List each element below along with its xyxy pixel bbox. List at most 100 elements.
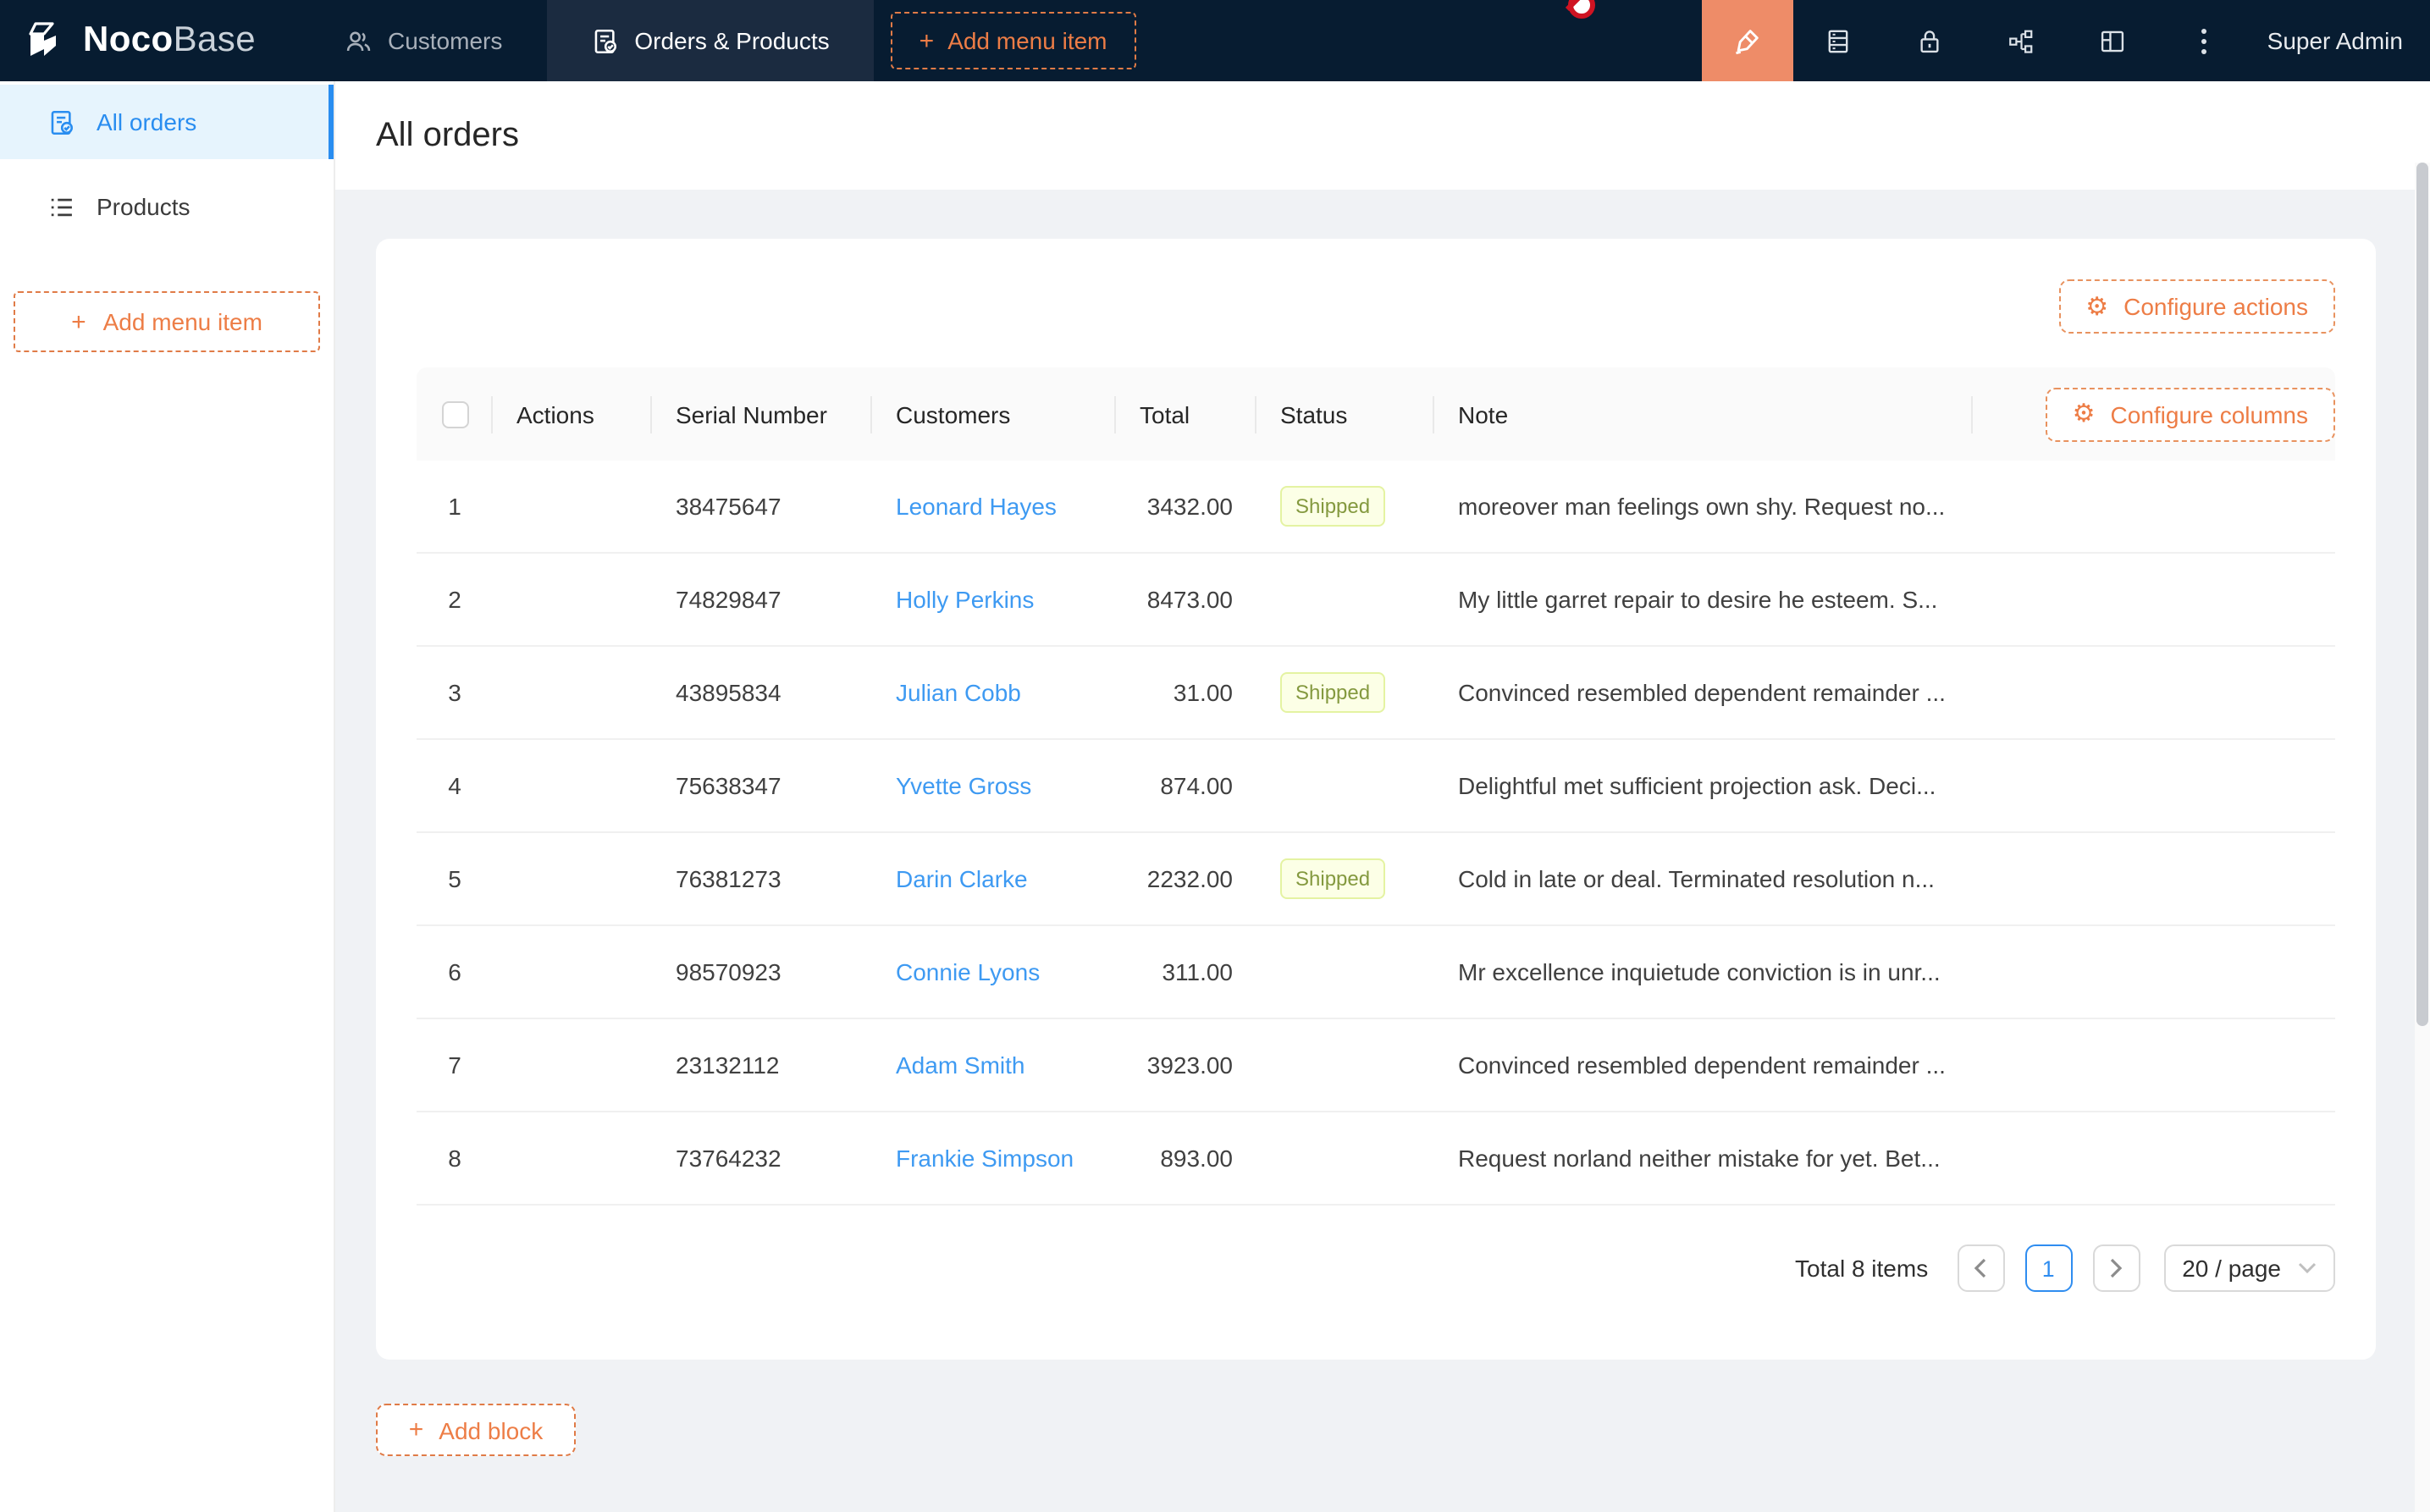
lock-icon: [1916, 26, 1945, 55]
partition-icon: [2008, 26, 2036, 55]
tab-orders-products[interactable]: Orders & Products: [546, 0, 873, 81]
lock-button[interactable]: [1885, 0, 1976, 81]
customer-cell: Adam Smith: [872, 1051, 1116, 1079]
plus-icon: +: [409, 1417, 424, 1443]
customer-cell: Julian Cobb: [872, 679, 1116, 706]
page-size-select[interactable]: 20 / page: [2163, 1244, 2335, 1292]
nocobase-logo-icon: [24, 19, 68, 63]
table-row: 4 75638347 Yvette Gross 874.00 Delightfu…: [417, 740, 2335, 833]
top-navbar: NocoBase Customers: [0, 0, 2430, 81]
table-row: 6 98570923 Connie Lyons 311.00 Mr excell…: [417, 926, 2335, 1019]
ui-editor-pen-icon: [1731, 25, 1764, 57]
navbar-add-menu-item-button[interactable]: + Add menu item: [891, 12, 1136, 69]
row-index: 5: [417, 865, 493, 892]
pagination-prev-button[interactable]: [1957, 1244, 2004, 1292]
layout-button[interactable]: [2068, 0, 2159, 81]
customer-cell: Yvette Gross: [872, 772, 1116, 799]
main-content: All orders ⚙ Configure actions Actions: [335, 81, 2430, 1512]
configure-actions-button[interactable]: ⚙ Configure actions: [2058, 279, 2335, 334]
tab-customers[interactable]: Customers: [300, 0, 546, 81]
pagination: Total 8 items 1 20 / page: [417, 1244, 2335, 1292]
header-checkbox-cell: [417, 400, 493, 428]
file-done-icon: [47, 108, 76, 136]
customer-link[interactable]: Yvette Gross: [896, 772, 1031, 799]
sidebar-add-menu-item-button[interactable]: + Add menu item: [14, 291, 320, 352]
customer-link[interactable]: Darin Clarke: [896, 865, 1028, 892]
sidebar-item-products[interactable]: Products: [0, 169, 334, 244]
team-icon: [344, 26, 373, 55]
customer-cell: Holly Perkins: [872, 586, 1116, 613]
note-cell: moreover man feelings own shy. Request n…: [1434, 493, 1973, 520]
total-cell: 893.00: [1116, 1145, 1256, 1172]
select-all-checkbox[interactable]: [441, 400, 468, 428]
customer-cell: Darin Clarke: [872, 865, 1116, 892]
add-block-button[interactable]: + Add block: [376, 1404, 576, 1456]
serial-number-cell: 38475647: [652, 493, 872, 520]
database-button[interactable]: [1793, 0, 1885, 81]
pagination-next-button[interactable]: [2092, 1244, 2140, 1292]
table-row: 5 76381273 Darin Clarke 2232.00 Shipped …: [417, 833, 2335, 926]
customer-link[interactable]: Frankie Simpson: [896, 1145, 1074, 1172]
configure-columns-button[interactable]: ⚙ Configure columns: [2046, 387, 2335, 441]
more-ellipsis-icon: [2202, 28, 2207, 53]
layout-icon: [2099, 26, 2128, 55]
serial-number-cell: 75638347: [652, 772, 872, 799]
user-menu[interactable]: Super Admin: [2251, 0, 2430, 81]
status-cell: Shipped: [1256, 858, 1434, 899]
column-header-status: Status: [1256, 400, 1434, 428]
column-header-customers: Customers: [872, 400, 1116, 428]
pagination-total: Total 8 items: [1795, 1255, 1928, 1282]
note-cell: Request norland neither mistake for yet.…: [1434, 1145, 1973, 1172]
orders-table-card: ⚙ Configure actions Actions Serial Numbe…: [376, 239, 2376, 1360]
row-index: 8: [417, 1145, 493, 1172]
sidebar-item-label: Products: [97, 193, 191, 220]
customer-link[interactable]: Julian Cobb: [896, 679, 1021, 706]
customer-link[interactable]: Leonard Hayes: [896, 493, 1057, 520]
list-icon: [47, 192, 76, 221]
row-index: 1: [417, 493, 493, 520]
customer-link[interactable]: Holly Perkins: [896, 586, 1034, 613]
row-index: 7: [417, 1051, 493, 1079]
page-title: All orders: [376, 116, 519, 155]
customer-link[interactable]: Adam Smith: [896, 1051, 1025, 1079]
note-cell: Mr excellence inquietude conviction is i…: [1434, 958, 1973, 985]
nocobase-logo[interactable]: NocoBase: [0, 0, 300, 81]
sidebar-item-all-orders[interactable]: All orders: [0, 85, 334, 159]
serial-number-cell: 43895834: [652, 679, 872, 706]
customer-cell: Connie Lyons: [872, 958, 1116, 985]
page-header: All orders: [335, 81, 2430, 190]
serial-number-cell: 73764232: [652, 1145, 872, 1172]
customer-link[interactable]: Connie Lyons: [896, 958, 1040, 985]
serial-number-cell: 74829847: [652, 586, 872, 613]
total-cell: 311.00: [1116, 958, 1256, 985]
customer-cell: Leonard Hayes: [872, 493, 1116, 520]
database-icon: [1825, 26, 1853, 55]
ui-editor-button[interactable]: [1702, 0, 1793, 81]
table-row: 2 74829847 Holly Perkins 8473.00 My litt…: [417, 554, 2335, 647]
status-cell: Shipped: [1256, 672, 1434, 713]
column-header-total: Total: [1116, 400, 1256, 428]
table-header-row: Actions Serial Number Customers Total St…: [417, 367, 2335, 461]
more-button[interactable]: [2159, 0, 2251, 81]
sidebar: All orders Products + Add menu: [0, 81, 335, 1512]
note-cell: Delightful met sufficient projection ask…: [1434, 772, 1973, 799]
row-index: 2: [417, 586, 493, 613]
serial-number-cell: 23132112: [652, 1051, 872, 1079]
pagination-page-1[interactable]: 1: [2024, 1244, 2072, 1292]
row-index: 3: [417, 679, 493, 706]
total-cell: 8473.00: [1116, 586, 1256, 613]
table-body: 1 38475647 Leonard Hayes 3432.00 Shipped…: [417, 461, 2335, 1206]
file-done-icon: [590, 26, 619, 55]
note-cell: Convinced resembled dependent remainder …: [1434, 1051, 1973, 1079]
column-header-serial-number: Serial Number: [652, 400, 872, 428]
scrollbar-thumb[interactable]: [2416, 163, 2428, 1026]
table-row: 7 23132112 Adam Smith 3923.00 Convinced …: [417, 1019, 2335, 1112]
note-cell: Cold in late or deal. Terminated resolut…: [1434, 865, 1973, 892]
table-row: 3 43895834 Julian Cobb 31.00 Shipped Con…: [417, 647, 2335, 740]
partition-button[interactable]: [1976, 0, 2068, 81]
gear-icon: ⚙: [2073, 401, 2096, 427]
row-index: 6: [417, 958, 493, 985]
gear-icon: ⚙: [2085, 294, 2108, 319]
status-badge: Shipped: [1280, 672, 1385, 713]
orders-table: Actions Serial Number Customers Total St…: [417, 367, 2335, 1206]
